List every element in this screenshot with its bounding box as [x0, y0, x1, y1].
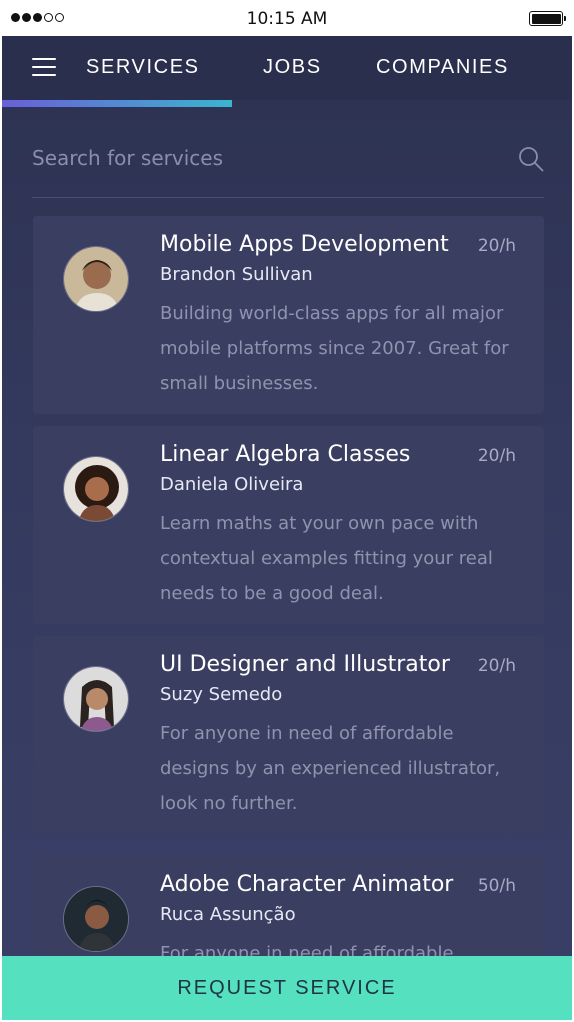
- service-title: UI Designer and Illustrator: [160, 652, 450, 677]
- avatar: [63, 246, 129, 312]
- service-description: Building world-class apps for all major …: [160, 303, 509, 394]
- service-author: Ruca Assunção: [160, 904, 296, 925]
- request-service-button[interactable]: REQUEST SERVICE: [2, 956, 572, 1020]
- tab-services[interactable]: SERVICES: [86, 56, 200, 79]
- menu-icon[interactable]: [32, 58, 56, 78]
- service-rate: 20/h: [477, 236, 516, 256]
- service-author: Daniela Oliveira: [160, 474, 304, 495]
- avatar: [63, 456, 129, 522]
- service-description: For anyone in need of affordable designs…: [160, 723, 501, 814]
- tab-companies[interactable]: COMPANIES: [376, 56, 509, 79]
- phone-screen: 10:15 AM SERVICES JOBS COMPANIES Mobile …: [2, 2, 572, 1020]
- avatar: [63, 886, 129, 952]
- service-rate: 20/h: [477, 656, 516, 676]
- service-card[interactable]: Linear Algebra Classes 20/h Daniela Oliv…: [33, 426, 544, 624]
- service-card[interactable]: Mobile Apps Development 20/h Brandon Sul…: [33, 216, 544, 414]
- service-title: Adobe Character Animator: [160, 872, 454, 897]
- battery-icon: [529, 11, 566, 26]
- service-rate: 50/h: [477, 876, 516, 896]
- search-bar: [32, 142, 544, 198]
- service-description: Learn maths at your own pace with contex…: [160, 513, 493, 604]
- service-rate: 20/h: [477, 446, 516, 466]
- tab-jobs[interactable]: JOBS: [263, 56, 322, 79]
- service-title: Linear Algebra Classes: [160, 442, 411, 467]
- service-author: Suzy Semedo: [160, 684, 283, 705]
- search-icon[interactable]: [518, 146, 544, 172]
- search-input[interactable]: [32, 142, 492, 174]
- service-card[interactable]: UI Designer and Illustrator 20/h Suzy Se…: [33, 636, 544, 834]
- active-tab-indicator: [2, 100, 232, 107]
- avatar: [63, 666, 129, 732]
- status-bar: 10:15 AM: [2, 2, 572, 36]
- top-navigation: SERVICES JOBS COMPANIES: [2, 36, 572, 100]
- service-title: Mobile Apps Development: [160, 232, 449, 257]
- service-author: Brandon Sullivan: [160, 264, 313, 285]
- status-time: 10:15 AM: [246, 9, 328, 29]
